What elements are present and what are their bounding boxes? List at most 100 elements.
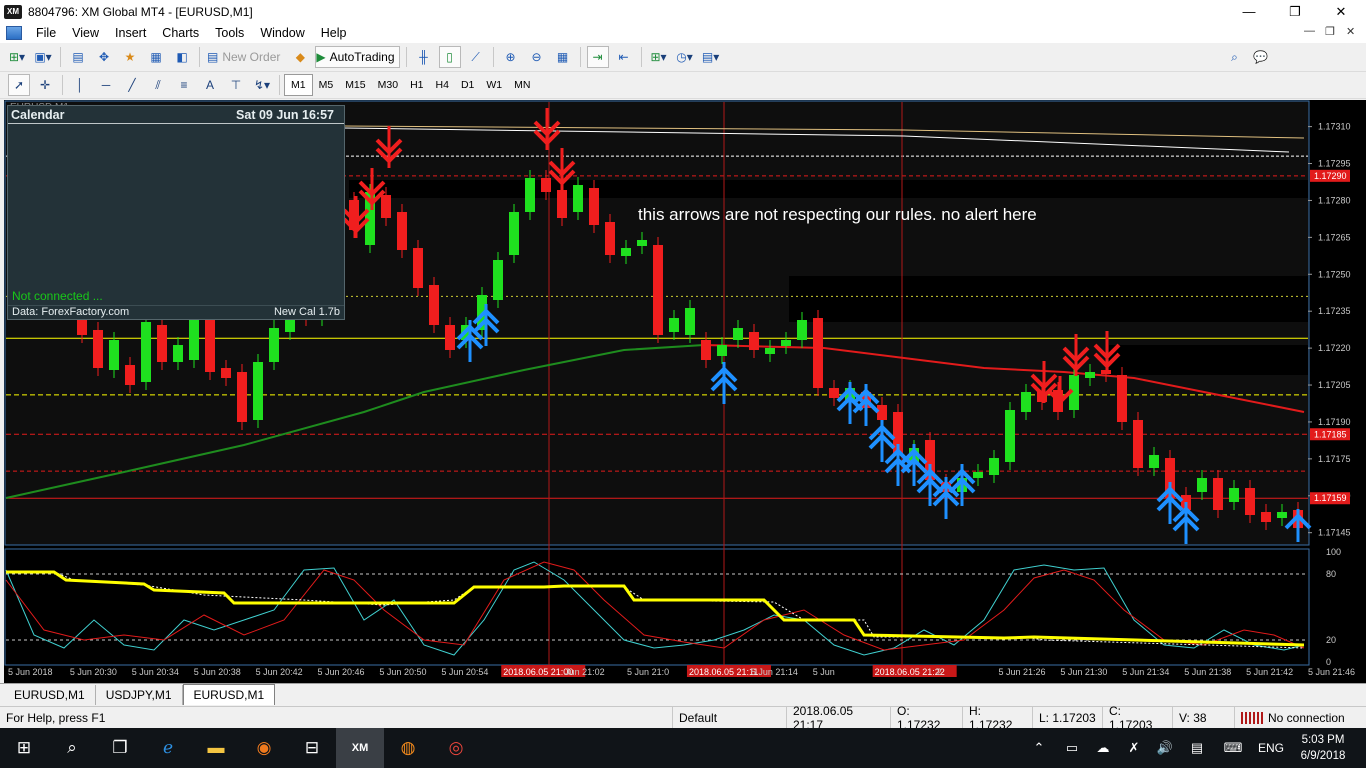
menu-view[interactable]: View (64, 26, 107, 40)
menu-window[interactable]: Window (252, 26, 312, 40)
taskbar-clock[interactable]: 5:03 PM 6/9/2018 (1298, 732, 1348, 764)
close-button[interactable]: ✕ (1318, 0, 1364, 23)
maximize-button[interactable]: ❐ (1272, 0, 1318, 23)
chart-shift-button[interactable]: ⇤ (613, 46, 635, 68)
timeframe-m30[interactable]: M30 (372, 74, 404, 96)
price-tick-label: 1.17190 (1318, 417, 1351, 427)
chart-minimize-button[interactable]: — (1304, 25, 1315, 37)
vertical-line-tool[interactable]: │ (69, 74, 91, 96)
metaeditor-button[interactable]: ◆ (289, 46, 311, 68)
fibonacci-tool[interactable]: ≡ (173, 74, 195, 96)
horizontal-line-tool[interactable]: ─ (95, 74, 117, 96)
file-explorer-icon[interactable]: ▬ (192, 728, 240, 768)
trendline-tool[interactable]: ╱ (121, 74, 143, 96)
menu-tools[interactable]: Tools (207, 26, 252, 40)
onedrive-icon[interactable]: ☁ (1092, 728, 1114, 768)
firefox-icon[interactable]: ◉ (240, 728, 288, 768)
candle-body (125, 365, 135, 385)
market-watch-button[interactable]: ▤ (67, 46, 89, 68)
calendar-source: Data: ForexFactory.com (12, 306, 130, 318)
keyboard-icon[interactable]: ⌨ (1220, 728, 1246, 768)
candle-body (1261, 512, 1271, 522)
price-tick-label: 1.17175 (1318, 454, 1351, 464)
connection-bars-icon (1241, 711, 1263, 724)
minimize-button[interactable]: — (1226, 0, 1272, 23)
candle-body (605, 222, 615, 255)
data-window-button[interactable]: ✥ (93, 46, 115, 68)
menu-help[interactable]: Help (313, 26, 355, 40)
price-tick-label: 1.17310 (1318, 122, 1351, 132)
candle-body (573, 185, 583, 212)
terminal-button[interactable]: ▦ (145, 46, 167, 68)
candle-body (813, 318, 823, 388)
status-bar: For Help, press F1 Default 2018.06.05 21… (0, 704, 1366, 732)
search-icon[interactable]: ⌕ (48, 728, 96, 768)
strategy-tester-button[interactable]: ◧ (171, 46, 193, 68)
chart-close-button[interactable]: ✕ (1346, 25, 1355, 38)
volume-icon[interactable]: 🔊 (1154, 728, 1176, 768)
timeframe-w1[interactable]: W1 (480, 74, 508, 96)
bar-chart-button[interactable]: ╫ (413, 46, 435, 68)
tab-usdjpy-m1[interactable]: USDJPY,M1 (96, 685, 183, 705)
new-order-button[interactable]: ▤ New Order (206, 46, 285, 68)
candle-body (1149, 455, 1159, 468)
candle-body (1133, 420, 1143, 468)
menu-charts[interactable]: Charts (154, 26, 207, 40)
menu-insert[interactable]: Insert (107, 26, 154, 40)
notifications-icon[interactable]: ▤ (1186, 728, 1208, 768)
new-chart-button[interactable]: ⊞ ▾ (6, 46, 28, 68)
calendar-version: New Cal 1.7b (273, 306, 340, 318)
chart-window-icon[interactable] (6, 26, 22, 40)
periods-button[interactable]: ◷ ▾ (674, 46, 696, 68)
crosshair-tool[interactable]: ✛ (34, 74, 56, 96)
tile-windows-button[interactable]: ▦ (552, 46, 574, 68)
profiles-button[interactable]: ▣ ▾ (32, 46, 54, 68)
menu-file[interactable]: File (28, 26, 64, 40)
tab-eurusd-m1-first[interactable]: EURUSD,M1 (4, 685, 96, 705)
time-tick-label: 5 Jun 20:54 (441, 667, 488, 677)
timeframe-mn[interactable]: MN (508, 74, 536, 96)
label-tool[interactable]: ⊤ (225, 74, 247, 96)
chart-restore-button[interactable]: ❐ (1325, 25, 1335, 38)
chat-icon[interactable]: 💬 (1250, 46, 1272, 68)
chart-annotation-text[interactable]: this arrows are not respecting our rules… (638, 205, 1037, 225)
battery-icon[interactable]: ▭ (1061, 728, 1083, 768)
time-tick-label: 5 Jun 2018 (8, 667, 53, 677)
oscillator-level-label: 80 (1326, 569, 1336, 579)
timeframe-d1[interactable]: D1 (455, 74, 480, 96)
timeframe-m5[interactable]: M5 (313, 74, 340, 96)
mt4-taskbar-icon[interactable]: XM (336, 728, 384, 768)
orange-app-icon[interactable]: ◍ (384, 728, 432, 768)
line-chart-button[interactable]: ⟋ (465, 46, 487, 68)
timeframe-m1[interactable]: M1 (284, 74, 313, 96)
channel-tool[interactable]: ⫽ (147, 74, 169, 96)
zoom-out-button[interactable]: ⊖ (526, 46, 548, 68)
task-view-icon[interactable]: ❐ (96, 728, 144, 768)
candlestick-button[interactable]: ▯ (438, 46, 461, 68)
navigator-button[interactable]: ★ (119, 46, 141, 68)
indicators-button[interactable]: ⊞ ▾ (648, 46, 670, 68)
arrows-tool[interactable]: ↯▾ (251, 74, 273, 96)
tab-eurusd-m1-active[interactable]: EURUSD,M1 (182, 684, 276, 705)
timeframe-m15[interactable]: M15 (339, 74, 371, 96)
candle-body (717, 345, 727, 356)
zone-rect (349, 180, 1308, 198)
cursor-tool[interactable]: ➚ (8, 74, 30, 96)
windows-start-icon[interactable]: ⊞ (0, 728, 48, 768)
text-tool[interactable]: A (199, 74, 221, 96)
price-marker-label: 1.17159 (1314, 493, 1347, 503)
timeframe-h1[interactable]: H1 (404, 74, 429, 96)
price-tick-label: 1.17295 (1318, 159, 1351, 169)
autotrading-button[interactable]: ▶ AutoTrading (315, 46, 400, 68)
templates-button[interactable]: ▤ ▾ (700, 46, 722, 68)
chrome-icon[interactable]: ◎ (432, 728, 480, 768)
language-indicator[interactable]: ENG (1254, 728, 1288, 768)
network-icon[interactable]: ✗ (1123, 728, 1145, 768)
edge-browser-icon[interactable]: ℯ (144, 728, 192, 768)
tray-chevron-icon[interactable]: ⌃ (1028, 728, 1050, 768)
auto-scroll-button[interactable]: ⇥ (586, 46, 609, 68)
zoom-in-button[interactable]: ⊕ (500, 46, 522, 68)
store-icon[interactable]: ⊟ (288, 728, 336, 768)
search-icon[interactable]: ⌕ (1224, 46, 1246, 68)
timeframe-h4[interactable]: H4 (430, 74, 455, 96)
